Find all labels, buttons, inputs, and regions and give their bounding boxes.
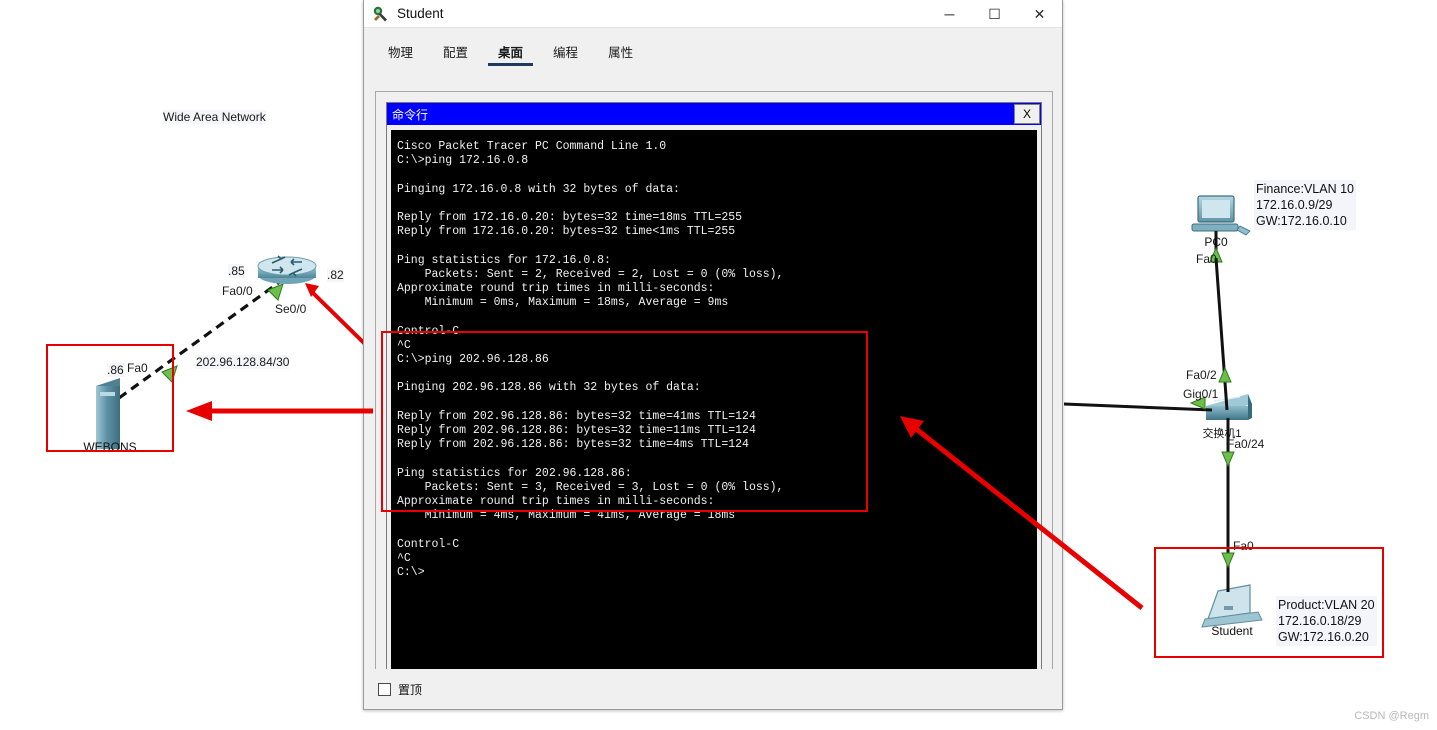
tab-programming[interactable]: 编程	[543, 40, 588, 66]
window-title-bar[interactable]: Student ─ ☐ ✕	[364, 0, 1062, 28]
pc0-port-label: Fa0	[1196, 252, 1217, 266]
always-on-top-label: 置顶	[398, 682, 423, 697]
switch-port-gig01-label: Gig0/1	[1183, 387, 1219, 401]
tab-desktop[interactable]: 桌面	[488, 40, 534, 66]
terminal-wrapper: Cisco Packet Tracer PC Command Line 1.0 …	[387, 125, 1041, 685]
window-title: Student	[397, 6, 444, 21]
finance-tooltip-line-2: 172.16.0.9/29	[1256, 198, 1333, 212]
router-red-stub	[305, 283, 368, 347]
command-prompt-title: 命令行	[392, 107, 429, 122]
command-prompt-window: 命令行 X Cisco Packet Tracer PC Command Lin…	[386, 102, 1042, 686]
packet-tracer-icon	[372, 5, 390, 23]
command-prompt-close-button[interactable]: X	[1014, 104, 1040, 124]
router-right-ip-label: .82	[327, 268, 344, 282]
router-port-se00-label: Se0/0	[275, 302, 307, 316]
finance-tooltip-line-3: GW:172.16.0.10	[1256, 214, 1347, 228]
command-prompt-title-bar[interactable]: 命令行 X	[387, 103, 1041, 125]
finance-vlan-tooltip: Finance:VLAN 10 172.16.0.9/29 GW:172.16.…	[1254, 180, 1356, 230]
router-port-fa00-label: Fa0/0	[222, 284, 253, 298]
pc0-name-label: PC0	[1204, 235, 1228, 249]
finance-tooltip-line-1: Finance:VLAN 10	[1256, 182, 1354, 196]
screen: Wide Area Network .85 Fa0/0 .82 Se0/0 20…	[0, 0, 1437, 730]
router-left-ip-label: .85	[228, 264, 245, 278]
wan-subnet-label: 202.96.128.84/30	[196, 355, 290, 369]
maximize-button[interactable]: ☐	[972, 0, 1017, 28]
bottom-bar: 置顶	[364, 669, 1062, 709]
switch-port-fa024-label: Fa0/24	[1227, 437, 1265, 451]
server-highlight-box	[46, 344, 174, 452]
window-controls[interactable]: ─ ☐ ✕	[927, 0, 1062, 28]
pc0-icon	[1191, 195, 1251, 236]
tab-strip[interactable]: 物理 配置 桌面 编程 属性	[364, 40, 1062, 66]
terminal-output[interactable]: Cisco Packet Tracer PC Command Line 1.0 …	[391, 130, 1037, 681]
minimize-button[interactable]: ─	[927, 0, 972, 28]
tab-attributes[interactable]: 属性	[598, 40, 643, 66]
watermark: CSDN @Regm	[1354, 710, 1429, 722]
wan-label: Wide Area Network	[163, 110, 266, 124]
close-button[interactable]: ✕	[1017, 0, 1062, 28]
always-on-top-checkbox[interactable]	[378, 682, 391, 696]
student-highlight-box	[1154, 547, 1384, 658]
device-window[interactable]: Student ─ ☐ ✕ 物理 配置 桌面 编程 属性 命令行 X Cisco…	[363, 0, 1063, 710]
router-icon	[257, 255, 317, 284]
device-window-body: 物理 配置 桌面 编程 属性 命令行 X Cisco Packet Tracer…	[364, 28, 1062, 709]
switch-port-fa02-label: Fa0/2	[1186, 368, 1217, 382]
tab-physical[interactable]: 物理	[378, 40, 423, 66]
tab-config[interactable]: 配置	[433, 40, 478, 66]
desktop-panel: 命令行 X Cisco Packet Tracer PC Command Lin…	[375, 91, 1053, 697]
